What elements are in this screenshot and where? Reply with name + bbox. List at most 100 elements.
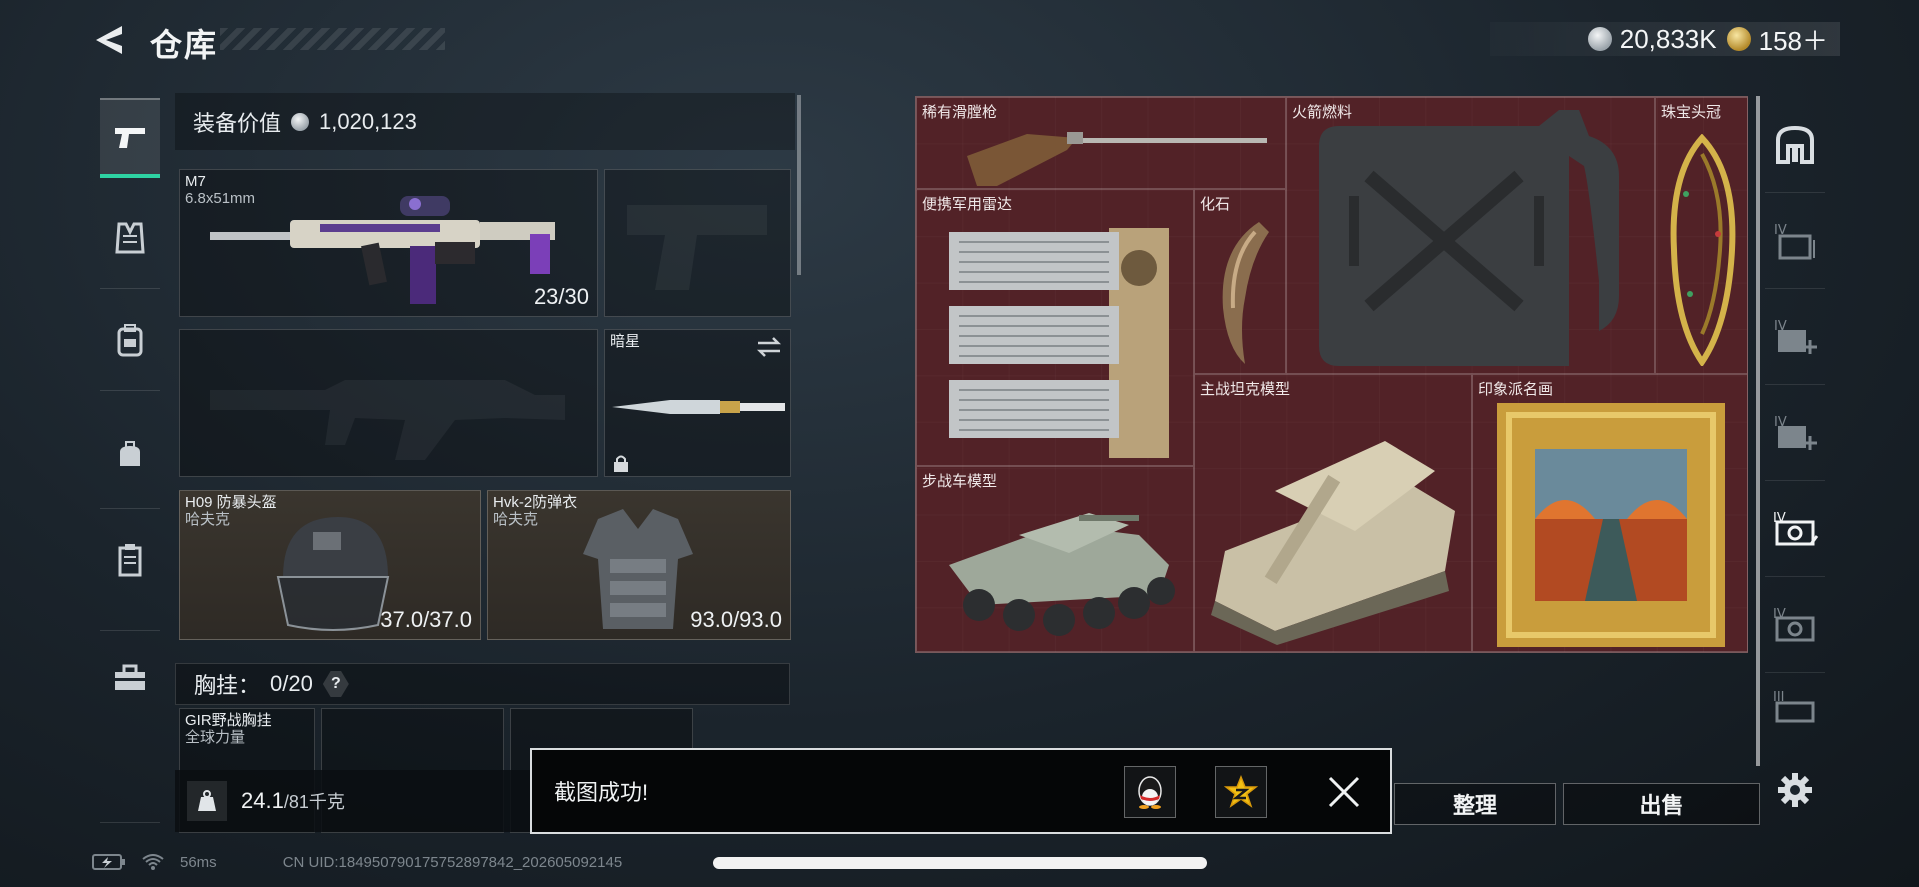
pistol-slot[interactable] bbox=[604, 169, 791, 317]
helmet-slot[interactable]: H09 防暴头盔 哈夫克 37.0/37.0 bbox=[179, 490, 481, 640]
sort-button[interactable]: 整理 bbox=[1394, 783, 1556, 825]
item-name: 化石 bbox=[1200, 196, 1231, 213]
helmet-brand: 哈夫克 bbox=[185, 511, 231, 528]
equip-value: 1,020,123 bbox=[319, 108, 417, 134]
svg-text:IV: IV bbox=[1773, 511, 1786, 526]
tab-pouch[interactable] bbox=[100, 415, 160, 495]
chest-rig-capacity: 0/20 bbox=[270, 671, 313, 696]
screenshot-toast: 截图成功! bbox=[530, 748, 1392, 834]
item-portable-radar[interactable]: 便携军用雷达 bbox=[916, 189, 1194, 466]
radar-image bbox=[949, 228, 1169, 458]
gear-icon bbox=[1778, 773, 1812, 807]
rifle-silhouette-icon bbox=[210, 380, 565, 460]
toast-message: 截图成功! bbox=[554, 780, 649, 805]
chest-rig-label: 胸挂： bbox=[194, 673, 261, 698]
help-icon[interactable]: ? bbox=[322, 671, 349, 697]
ping-value: 56ms bbox=[180, 853, 217, 871]
toolbox-icon bbox=[115, 664, 145, 690]
primary-weapon-slot[interactable]: M7 6.8x51mm 23/30 bbox=[179, 169, 598, 317]
close-icon[interactable] bbox=[1322, 770, 1366, 814]
pistol-icon bbox=[115, 128, 145, 148]
weight-bar: 24.1/81千克 bbox=[175, 770, 535, 832]
armor-durability: 93.0/93.0 bbox=[690, 607, 782, 632]
silver-currency[interactable]: 20,833K bbox=[1587, 23, 1717, 55]
filter-tier4-medkit[interactable]: IV bbox=[1765, 288, 1825, 384]
backpack-icon bbox=[117, 324, 143, 357]
tier4-folder-icon: IV bbox=[1774, 223, 1815, 260]
secondary-weapon-slot[interactable] bbox=[179, 329, 598, 477]
helmet-image bbox=[276, 517, 390, 631]
armor-name: Hvk-2防弹衣 bbox=[493, 494, 578, 511]
user-uid: CN UID:184950790175752897842_20260509214… bbox=[282, 853, 623, 871]
qzone-star-icon bbox=[1224, 775, 1258, 808]
share-qzone-button[interactable] bbox=[1215, 766, 1267, 818]
tab-weapons[interactable] bbox=[100, 98, 160, 178]
armor-slot[interactable]: Hvk-2防弹衣 哈夫克 93.0/93.0 bbox=[487, 490, 791, 640]
silver-coin-icon bbox=[1587, 27, 1612, 51]
armor-brand: 哈夫克 bbox=[493, 511, 539, 528]
filter-home[interactable] bbox=[1765, 96, 1825, 192]
weight-icon bbox=[187, 781, 227, 821]
chest-rig-item-brand: 全球力量 bbox=[185, 729, 246, 746]
swap-icon[interactable] bbox=[756, 336, 782, 358]
filter-tier4-folder[interactable]: IV bbox=[1765, 192, 1825, 288]
loadout-scrollbar[interactable] bbox=[797, 95, 801, 275]
item-fossil[interactable]: 化石 bbox=[1194, 189, 1286, 374]
chest-rig-item-name: GIR野战胸挂 bbox=[185, 712, 272, 729]
item-name: 主战坦克模型 bbox=[1200, 381, 1291, 398]
filter-tier3-camera[interactable]: III bbox=[1765, 672, 1825, 742]
left-tab-rail bbox=[95, 90, 167, 830]
item-rocket-fuel[interactable]: 火箭燃料 bbox=[1286, 97, 1655, 374]
equip-value-label: 装备价值 bbox=[193, 110, 282, 136]
pistol-silhouette-icon bbox=[627, 205, 767, 290]
painting-image bbox=[1497, 403, 1725, 647]
tab-backpack[interactable] bbox=[100, 300, 160, 380]
vest-icon bbox=[115, 222, 145, 254]
sell-button[interactable]: 出售 bbox=[1563, 783, 1760, 825]
tab-toolbox[interactable] bbox=[100, 638, 160, 718]
helmet-name: H09 防暴头盔 bbox=[185, 494, 277, 511]
item-name: 步战车模型 bbox=[922, 473, 998, 490]
gold-currency[interactable]: 158＋ bbox=[1726, 21, 1828, 58]
item-name: 珠宝头冠 bbox=[1661, 104, 1722, 121]
melee-slot[interactable]: 暗星 bbox=[604, 329, 791, 477]
settings-button[interactable] bbox=[1770, 765, 1820, 815]
currency-bar: 20,833K 158＋ bbox=[1490, 22, 1840, 56]
item-name: 印象派名画 bbox=[1478, 381, 1554, 398]
armor-vest-image bbox=[583, 509, 693, 629]
lock-icon bbox=[614, 455, 628, 472]
melee-name: 暗星 bbox=[610, 333, 641, 350]
equip-value-bar: 装备价值 1,020,123 bbox=[175, 93, 795, 150]
item-tank-model[interactable]: 主战坦克模型 bbox=[1194, 374, 1472, 652]
gold-currency-value: 158＋ bbox=[1758, 25, 1828, 56]
right-filter-rail: IV IV IV IV IV III bbox=[1765, 96, 1825, 836]
back-arrow-icon[interactable] bbox=[92, 22, 128, 58]
item-jewel-crown[interactable]: 珠宝头冠 bbox=[1655, 97, 1748, 374]
storage-scrollbar[interactable] bbox=[1756, 96, 1760, 766]
tier3-camera-icon: III bbox=[1773, 690, 1815, 723]
title-stripe bbox=[220, 28, 445, 50]
share-qq-button[interactable] bbox=[1124, 766, 1176, 818]
tank-image bbox=[1211, 441, 1455, 645]
item-ifv-model[interactable]: 步战车模型 bbox=[916, 466, 1194, 652]
item-rare-musket[interactable]: 稀有滑膛枪 bbox=[916, 97, 1286, 189]
fossil-claw-image bbox=[1222, 222, 1269, 364]
filter-tier4-plus[interactable]: IV bbox=[1765, 384, 1825, 480]
tier4-medkit-icon: IV bbox=[1774, 319, 1817, 354]
musket-image bbox=[967, 132, 1267, 186]
tab-vest[interactable] bbox=[100, 198, 160, 278]
svg-text:IV: IV bbox=[1773, 607, 1786, 622]
jerrycan-image bbox=[1319, 110, 1619, 366]
tier4-camera-icon: IV bbox=[1773, 511, 1819, 546]
item-impressionist-painting[interactable]: 印象派名画 bbox=[1472, 374, 1748, 652]
primary-ammo-count: 23/30 bbox=[533, 284, 589, 309]
home-indicator[interactable] bbox=[713, 857, 1207, 869]
silver-currency-value: 20,833K bbox=[1619, 23, 1717, 54]
chest-rig-bar: 胸挂： 0/20 ? bbox=[175, 663, 790, 705]
helmet-durability: 37.0/37.0 bbox=[380, 607, 472, 632]
filter-tier4-camera[interactable]: IV bbox=[1765, 480, 1825, 576]
tab-case[interactable] bbox=[100, 520, 160, 600]
qq-icon bbox=[1138, 776, 1162, 809]
filter-tier4-camera-alt[interactable]: IV bbox=[1765, 576, 1825, 672]
pouch-icon bbox=[120, 441, 140, 466]
